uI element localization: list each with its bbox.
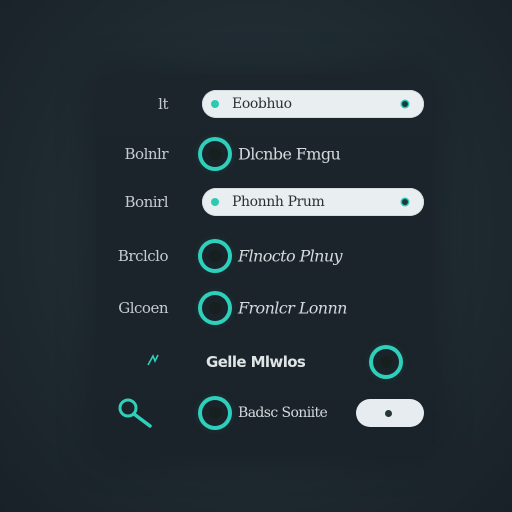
option-label: Flnocto Plnuy [238, 246, 343, 266]
setting-label: lt [158, 95, 168, 113]
option-label: Dlcnbe Fmgu [238, 144, 341, 164]
field-indicator [402, 199, 408, 205]
text-field[interactable]: Eoobhuo [202, 90, 424, 118]
radio-button[interactable] [202, 295, 228, 321]
setting-row-4: Brclclo Flnocto Plnuy [0, 236, 512, 276]
option-label: Fronlcr Lonnn [238, 298, 347, 318]
radio-button[interactable] [202, 243, 228, 269]
setting-row-1: lt Eoobhuo [0, 84, 512, 124]
toggle-knob [385, 410, 392, 417]
radio-button[interactable] [202, 141, 228, 167]
status-dot [211, 198, 219, 206]
setting-label: Glcoen [118, 299, 168, 317]
status-dot [211, 100, 219, 108]
text-field[interactable]: Phonnh Prum [202, 188, 424, 216]
small-leaf-icon [146, 353, 160, 371]
setting-label: Bolnlr [124, 145, 169, 163]
setting-row-2: Bolnlr Dlcnbe Fmgu [0, 134, 512, 174]
option-label: Gelle Mlwlos [206, 353, 306, 371]
setting-row-7: Badsc Soniite [0, 393, 512, 433]
setting-row-5: Glcoen Fronlcr Lonnn [0, 288, 512, 328]
setting-label: Brclclo [117, 247, 169, 265]
radio-button[interactable] [202, 400, 228, 426]
option-label: Badsc Soniite [238, 405, 328, 421]
field-value: Eoobhuo [232, 96, 292, 112]
field-indicator [402, 101, 408, 107]
setting-row-6: Gelle Mlwlos [0, 342, 512, 382]
search-icon[interactable] [116, 396, 156, 430]
radio-button[interactable] [373, 349, 399, 375]
toggle-switch[interactable] [356, 399, 424, 427]
setting-label: Bonirl [124, 193, 169, 211]
field-value: Phonnh Prum [232, 194, 325, 210]
setting-row-3: Bonirl Phonnh Prum [0, 182, 512, 222]
